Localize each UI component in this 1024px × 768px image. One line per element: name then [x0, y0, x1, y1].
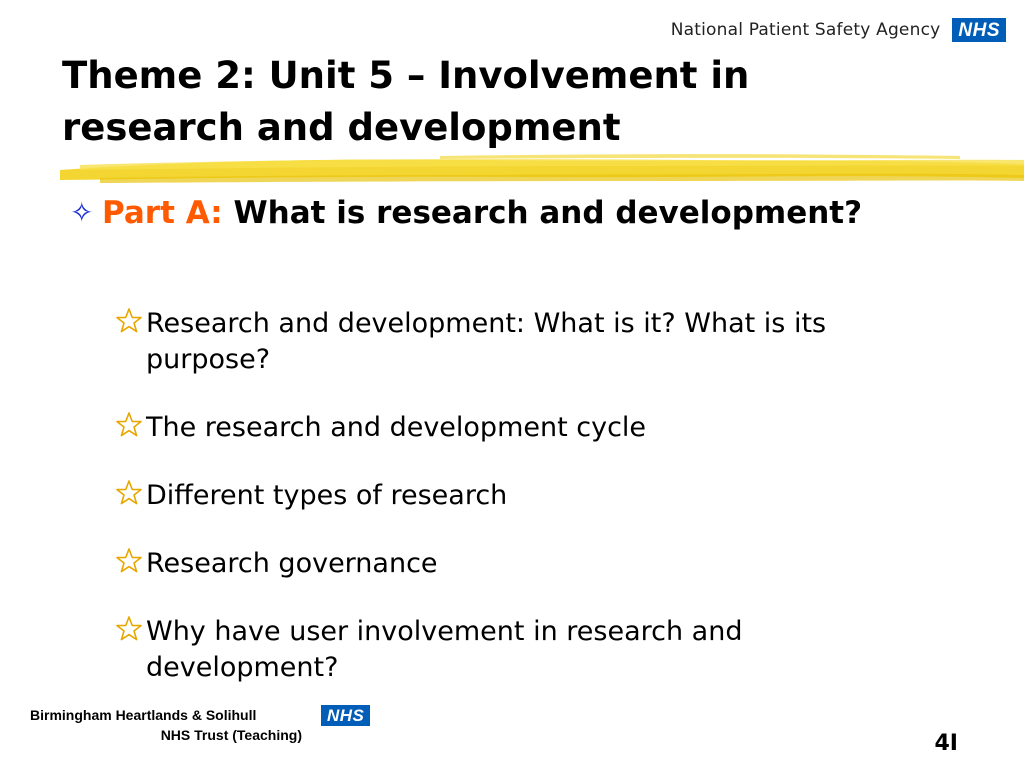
list-item-text: Research governance	[146, 548, 438, 579]
list-item-text: Research and development: What is it? Wh…	[146, 308, 827, 375]
list-item-text: Why have user involvement in research an…	[146, 616, 743, 683]
star-outline-icon	[116, 616, 142, 641]
footer-nhs-logo-wrap: NHS	[321, 705, 371, 726]
slide-title-line-2: research and development	[62, 106, 621, 149]
slide-number: 4I	[934, 731, 959, 756]
header-branding: National Patient Safety Agency NHS	[671, 18, 1006, 42]
part-label: Part A:	[102, 195, 223, 231]
agency-name: National Patient Safety Agency	[670, 20, 941, 40]
star-outline-icon	[116, 308, 142, 333]
slide-title-line-1: Theme 2: Unit 5 – Involvement in	[62, 54, 750, 97]
star-outline-icon	[116, 548, 142, 573]
nhs-logo: NHS	[952, 18, 1006, 42]
list-item-text: The research and development cycle	[146, 412, 647, 443]
main-bullet-question: What is research and development?	[222, 195, 863, 231]
footer-nhs-logo: NHS	[321, 705, 371, 726]
slide: National Patient Safety Agency NHS Theme…	[0, 0, 1024, 768]
list-item: Why have user involvement in research an…	[115, 614, 935, 686]
trust-name-line-2: NHS Trust (Teaching)	[160, 727, 302, 743]
main-bullet-text: Part A: What is research and development…	[102, 192, 970, 234]
list-item-text: Different types of research	[146, 480, 508, 511]
star-outline-icon	[116, 412, 142, 437]
list-item: Different types of research	[115, 478, 935, 514]
list-item: Research governance	[115, 546, 935, 582]
footer-trust-name: Birmingham Heartlands & Solihull NHS Tru…	[30, 705, 310, 745]
list-item: The research and development cycle	[115, 410, 935, 446]
main-bullet: ✧ Part A: What is research and developme…	[70, 192, 970, 234]
list-item: Research and development: What is it? Wh…	[115, 306, 935, 378]
trust-name-line-1: Birmingham Heartlands & Solihull	[30, 707, 257, 723]
sub-bullet-list: Research and development: What is it? Wh…	[115, 306, 935, 718]
highlighter-stroke	[60, 154, 1024, 183]
slide-title: Theme 2: Unit 5 – Involvement in researc…	[62, 50, 962, 154]
diamond-outline-icon: ✧	[70, 196, 94, 229]
star-outline-icon	[116, 480, 142, 505]
